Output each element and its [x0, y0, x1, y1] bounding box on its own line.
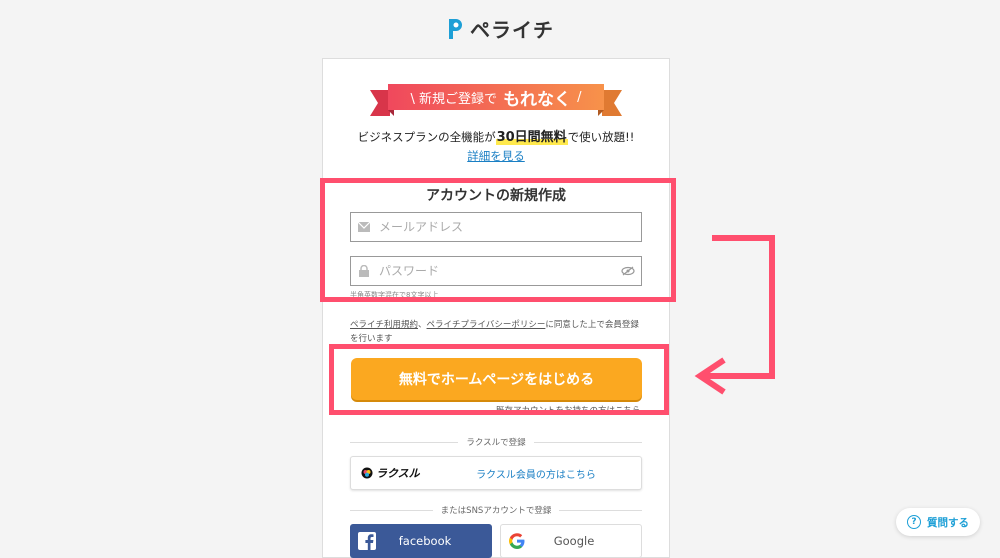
terms-notice: ペライチ利用規約、ペライチプライバシーポリシーに同意した上で会員登録を行います [350, 318, 646, 346]
brand-name: ペライチ [470, 18, 554, 42]
sns-divider-label: またはSNSアカウントで登録 [440, 506, 552, 516]
plan-after: で使い放題!! [567, 130, 635, 144]
divider-line [533, 441, 642, 443]
help-button-label: 質問する [927, 516, 969, 529]
raksul-button-label: ラクスル会員の方はこちら [476, 469, 596, 481]
button-highlight-box [329, 344, 669, 415]
google-login-button[interactable]: Google [500, 524, 642, 558]
raksul-divider-label: ラクスルで登録 [466, 438, 526, 448]
help-button[interactable]: ? 質問する [896, 508, 980, 536]
terms-of-service-link[interactable]: ペライチ利用規約 [350, 320, 418, 330]
perait-logo-icon [449, 18, 462, 39]
plan-before: ビジネスプランの全機能が [357, 130, 496, 144]
raksul-divider: ラクスルで登録 [350, 436, 642, 448]
facebook-button-label: facebook [398, 534, 452, 548]
divider-line [350, 441, 459, 443]
arrow-left-icon [694, 235, 775, 395]
raksul-logo-text: ラクスル [376, 467, 420, 480]
raksul-login-button[interactable]: ラクスル ラクスル会員の方はこちら [350, 456, 642, 490]
form-highlight-box [320, 178, 676, 302]
terms-separator: 、 [418, 320, 427, 330]
promo-ribbon-text: \ 新規ご登録で もれなく / [388, 84, 604, 110]
raksul-logo: ラクスル [361, 465, 441, 481]
plan-highlight: 30日間無料 [495, 130, 568, 145]
sns-divider: またはSNSアカウントで登録 [350, 504, 642, 516]
ribbon-strong: もれなく [503, 89, 572, 110]
plan-description: ビジネスプランの全機能が30日間無料で使い放題!! [322, 126, 670, 145]
google-button-label: Google [553, 534, 595, 548]
question-circle-icon: ? [907, 515, 921, 529]
raksul-logo-icon [361, 467, 373, 479]
privacy-policy-link[interactable]: ペライチプライバシーポリシー [427, 320, 546, 330]
facebook-icon [358, 532, 376, 550]
ribbon-suffix: / [577, 89, 582, 105]
divider-line [559, 509, 642, 511]
facebook-login-button[interactable]: facebook [350, 524, 492, 558]
site-logo[interactable]: ペライチ [0, 14, 1000, 45]
divider-line [350, 509, 433, 511]
ribbon-prefix: \ 新規ご登録で [410, 91, 498, 107]
details-link[interactable]: 詳細を見る [322, 148, 670, 164]
